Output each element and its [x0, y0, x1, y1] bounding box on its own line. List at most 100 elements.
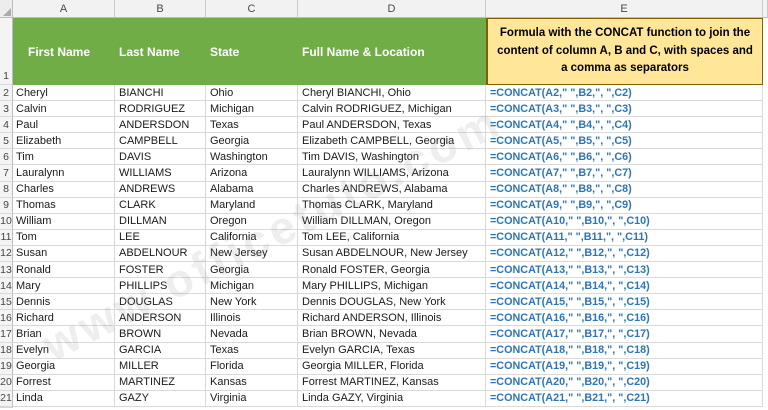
cell-first-name[interactable]: Thomas: [13, 197, 115, 214]
cell-last-name[interactable]: CLARK: [115, 197, 206, 214]
cell-full-name[interactable]: Ronald FOSTER, Georgia: [298, 262, 486, 279]
column-header-c[interactable]: C: [206, 0, 298, 17]
cell-full-name[interactable]: Richard ANDERSON, Illinois: [298, 310, 486, 327]
cell-first-name[interactable]: Ronald: [13, 262, 115, 279]
row-number[interactable]: 14: [0, 278, 13, 295]
cell-last-name[interactable]: ANDERSON: [115, 310, 206, 327]
cell-full-name[interactable]: Mary PHILLIPS, Michigan: [298, 278, 486, 295]
cell-first-name[interactable]: Evelyn: [13, 342, 115, 359]
row-number[interactable]: 4: [0, 117, 13, 134]
cell-last-name[interactable]: FOSTER: [115, 262, 206, 279]
column-header-d[interactable]: D: [298, 0, 486, 17]
cell-concat-formula[interactable]: =CONCAT(A16," ",B16,", ",C16): [486, 310, 763, 327]
cell-last-name[interactable]: DAVIS: [115, 149, 206, 166]
row-number[interactable]: 8: [0, 181, 13, 198]
cell-last-name[interactable]: BROWN: [115, 326, 206, 343]
cell-concat-formula[interactable]: =CONCAT(A11," ",B11,", ",C11): [486, 229, 763, 246]
cell-concat-formula[interactable]: =CONCAT(A7," ",B7,", ",C7): [486, 165, 763, 182]
cell-state[interactable]: Oregon: [206, 213, 298, 230]
cell-full-name[interactable]: Dennis DOUGLAS, New York: [298, 294, 486, 311]
cell-last-name[interactable]: PHILLIPS: [115, 278, 206, 295]
cell-full-name[interactable]: Elizabeth CAMPBELL, Georgia: [298, 133, 486, 150]
cell-full-name[interactable]: William DILLMAN, Oregon: [298, 213, 486, 230]
cell-last-name[interactable]: DOUGLAS: [115, 294, 206, 311]
cell-state[interactable]: Ohio: [206, 85, 298, 102]
cell-last-name[interactable]: CAMPBELL: [115, 133, 206, 150]
cell-last-name[interactable]: DILLMAN: [115, 213, 206, 230]
cell-first-name[interactable]: Charles: [13, 181, 115, 198]
cell-first-name[interactable]: Linda: [13, 390, 115, 407]
cell-last-name[interactable]: MARTINEZ: [115, 374, 206, 391]
cell-first-name[interactable]: Forrest: [13, 374, 115, 391]
row-number[interactable]: 15: [0, 294, 13, 311]
row-number[interactable]: 11: [0, 229, 13, 246]
cell-state[interactable]: Texas: [206, 117, 298, 134]
cell-state[interactable]: Illinois: [206, 310, 298, 327]
row-number[interactable]: 7: [0, 165, 13, 182]
cell-last-name[interactable]: ANDERSDON: [115, 117, 206, 134]
cell-state[interactable]: Maryland: [206, 197, 298, 214]
cell-first-name[interactable]: Cheryl: [13, 85, 115, 102]
cell-full-name[interactable]: Tom LEE, California: [298, 229, 486, 246]
cell-full-name[interactable]: Georgia MILLER, Florida: [298, 358, 486, 375]
row-number[interactable]: 3: [0, 101, 13, 118]
cell-concat-formula[interactable]: =CONCAT(A13," ",B13,", ",C13): [486, 262, 763, 279]
cell-first-name[interactable]: Elizabeth: [13, 133, 115, 150]
cell-last-name[interactable]: GARCIA: [115, 342, 206, 359]
row-number[interactable]: 16: [0, 310, 13, 327]
cell-concat-formula[interactable]: =CONCAT(A19," ",B19,", ",C19): [486, 358, 763, 375]
cell-full-name[interactable]: Tim DAVIS, Washington: [298, 149, 486, 166]
cell-concat-formula[interactable]: =CONCAT(A4," ",B4,", ",C4): [486, 117, 763, 134]
cell-state[interactable]: Arizona: [206, 165, 298, 182]
cell-full-name[interactable]: Calvin RODRIGUEZ, Michigan: [298, 101, 486, 118]
cell-state[interactable]: Kansas: [206, 374, 298, 391]
row-number[interactable]: 17: [0, 326, 13, 343]
cell-last-name[interactable]: LEE: [115, 229, 206, 246]
cell-full-name[interactable]: Lauralynn WILLIAMS, Arizona: [298, 165, 486, 182]
note-cell-concat-explanation[interactable]: Formula with the CONCAT function to join…: [486, 18, 763, 85]
cell-state[interactable]: New Jersey: [206, 245, 298, 263]
cell-full-name[interactable]: Susan ABDELNOUR, New Jersey: [298, 245, 486, 263]
cell-concat-formula[interactable]: =CONCAT(A14," ",B14,", ",C14): [486, 278, 763, 295]
cell-first-name[interactable]: Lauralynn: [13, 165, 115, 182]
cell-state[interactable]: Virginia: [206, 390, 298, 407]
cell-concat-formula[interactable]: =CONCAT(A5," ",B5,", ",C5): [486, 133, 763, 150]
cell-state[interactable]: Georgia: [206, 262, 298, 279]
cell-full-name[interactable]: Cheryl BIANCHI, Ohio: [298, 85, 486, 102]
cell-first-name[interactable]: William: [13, 213, 115, 230]
row-number[interactable]: 21: [0, 390, 13, 407]
cell-concat-formula[interactable]: =CONCAT(A2," ",B2,", ",C2): [486, 85, 763, 102]
cell-first-name[interactable]: Tim: [13, 149, 115, 166]
cell-state[interactable]: Alabama: [206, 181, 298, 198]
cell-state[interactable]: Michigan: [206, 278, 298, 295]
header-cell-last-name[interactable]: Last Name: [115, 18, 206, 85]
header-cell-full-name[interactable]: Full Name & Location: [298, 18, 486, 85]
column-header-a[interactable]: A: [13, 0, 115, 17]
cell-last-name[interactable]: WILLIAMS: [115, 165, 206, 182]
cell-first-name[interactable]: Calvin: [13, 101, 115, 118]
cell-concat-formula[interactable]: =CONCAT(A18," ",B18,", ",C18): [486, 342, 763, 359]
cell-state[interactable]: Texas: [206, 342, 298, 359]
cell-concat-formula[interactable]: =CONCAT(A20," ",B20,", ",C20): [486, 374, 763, 391]
cell-concat-formula[interactable]: =CONCAT(A12," ",B12,", ",C12): [486, 245, 763, 263]
row-number[interactable]: 12: [0, 245, 13, 263]
cell-full-name[interactable]: Thomas CLARK, Maryland: [298, 197, 486, 214]
column-header-partial[interactable]: [763, 0, 768, 17]
cell-last-name[interactable]: ABDELNOUR: [115, 245, 206, 263]
cell-full-name[interactable]: Brian BROWN, Nevada: [298, 326, 486, 343]
row-number[interactable]: 19: [0, 358, 13, 375]
cell-state[interactable]: Georgia: [206, 133, 298, 150]
cell-concat-formula[interactable]: =CONCAT(A21," ",B21,", ",C21): [486, 390, 763, 407]
cell-concat-formula[interactable]: =CONCAT(A17," ",B17,", ",C17): [486, 326, 763, 343]
cell-full-name[interactable]: Evelyn GARCIA, Texas: [298, 342, 486, 359]
row-number[interactable]: 9: [0, 197, 13, 214]
row-number[interactable]: 20: [0, 374, 13, 391]
cell-first-name[interactable]: Tom: [13, 229, 115, 246]
row-number[interactable]: 6: [0, 149, 13, 166]
cell-state[interactable]: New York: [206, 294, 298, 311]
cell-last-name[interactable]: BIANCHI: [115, 85, 206, 102]
cell-first-name[interactable]: Mary: [13, 278, 115, 295]
cell-first-name[interactable]: Dennis: [13, 294, 115, 311]
header-cell-state[interactable]: State: [206, 18, 298, 85]
cell-concat-formula[interactable]: =CONCAT(A15," ",B15,", ",C15): [486, 294, 763, 311]
